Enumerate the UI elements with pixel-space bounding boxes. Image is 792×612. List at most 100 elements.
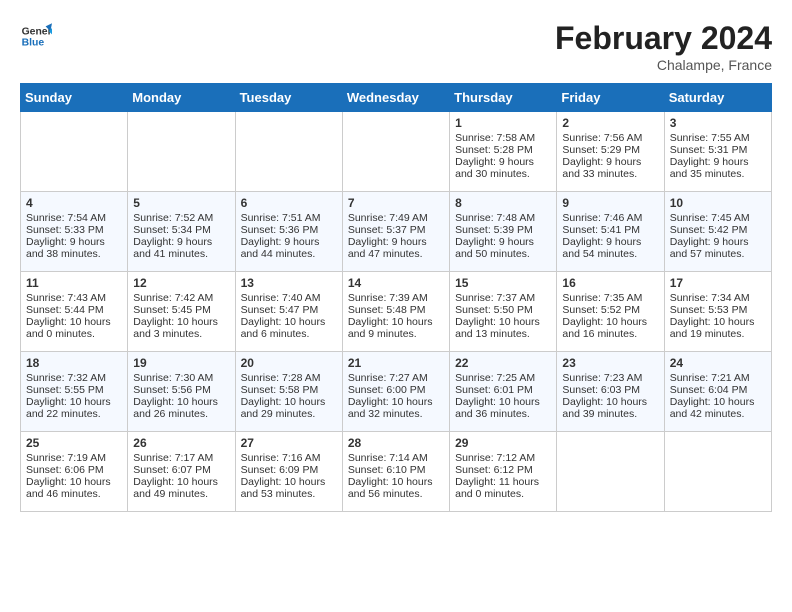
weekday-header-thursday: Thursday	[450, 84, 557, 112]
cell-info-line: Daylight: 10 hours	[348, 396, 444, 408]
cell-info-line: Sunset: 5:50 PM	[455, 304, 551, 316]
cell-info-line: Sunset: 5:56 PM	[133, 384, 229, 396]
calendar-table: SundayMondayTuesdayWednesdayThursdayFrid…	[20, 83, 772, 512]
calendar-cell: 27Sunrise: 7:16 AMSunset: 6:09 PMDayligh…	[235, 432, 342, 512]
calendar-cell: 8Sunrise: 7:48 AMSunset: 5:39 PMDaylight…	[450, 192, 557, 272]
cell-info-line: and 38 minutes.	[26, 248, 122, 260]
cell-info-line: and 53 minutes.	[241, 488, 337, 500]
cell-info-line: Sunrise: 7:49 AM	[348, 212, 444, 224]
cell-info-line: Daylight: 10 hours	[670, 316, 766, 328]
cell-info-line: Daylight: 9 hours	[670, 156, 766, 168]
cell-info-line: Sunset: 5:55 PM	[26, 384, 122, 396]
cell-info-line: Daylight: 10 hours	[562, 316, 658, 328]
weekday-header-wednesday: Wednesday	[342, 84, 449, 112]
cell-info-line: and 29 minutes.	[241, 408, 337, 420]
cell-info-line: Sunrise: 7:52 AM	[133, 212, 229, 224]
day-number: 7	[348, 196, 444, 210]
calendar-cell: 4Sunrise: 7:54 AMSunset: 5:33 PMDaylight…	[21, 192, 128, 272]
calendar-cell: 7Sunrise: 7:49 AMSunset: 5:37 PMDaylight…	[342, 192, 449, 272]
calendar-cell: 2Sunrise: 7:56 AMSunset: 5:29 PMDaylight…	[557, 112, 664, 192]
cell-info-line: and 32 minutes.	[348, 408, 444, 420]
cell-info-line: Daylight: 11 hours	[455, 476, 551, 488]
cell-info-line: and 6 minutes.	[241, 328, 337, 340]
cell-info-line: Sunrise: 7:40 AM	[241, 292, 337, 304]
cell-info-line: Sunset: 6:07 PM	[133, 464, 229, 476]
calendar-cell: 21Sunrise: 7:27 AMSunset: 6:00 PMDayligh…	[342, 352, 449, 432]
calendar-cell: 3Sunrise: 7:55 AMSunset: 5:31 PMDaylight…	[664, 112, 771, 192]
cell-info-line: Sunrise: 7:51 AM	[241, 212, 337, 224]
cell-info-line: Sunset: 5:48 PM	[348, 304, 444, 316]
day-number: 17	[670, 276, 766, 290]
cell-info-line: Daylight: 10 hours	[562, 396, 658, 408]
cell-info-line: Daylight: 10 hours	[348, 316, 444, 328]
day-number: 11	[26, 276, 122, 290]
month-title: February 2024	[555, 20, 772, 57]
calendar-cell: 10Sunrise: 7:45 AMSunset: 5:42 PMDayligh…	[664, 192, 771, 272]
weekday-header-saturday: Saturday	[664, 84, 771, 112]
calendar-cell	[128, 112, 235, 192]
cell-info-line: and 57 minutes.	[670, 248, 766, 260]
calendar-cell: 1Sunrise: 7:58 AMSunset: 5:28 PMDaylight…	[450, 112, 557, 192]
cell-info-line: and 46 minutes.	[26, 488, 122, 500]
cell-info-line: Daylight: 9 hours	[455, 156, 551, 168]
day-number: 4	[26, 196, 122, 210]
cell-info-line: Sunset: 5:44 PM	[26, 304, 122, 316]
calendar-cell: 16Sunrise: 7:35 AMSunset: 5:52 PMDayligh…	[557, 272, 664, 352]
cell-info-line: Daylight: 9 hours	[562, 156, 658, 168]
cell-info-line: Sunrise: 7:34 AM	[670, 292, 766, 304]
day-number: 1	[455, 116, 551, 130]
cell-info-line: Sunrise: 7:54 AM	[26, 212, 122, 224]
cell-info-line: Daylight: 10 hours	[455, 316, 551, 328]
cell-info-line: Daylight: 9 hours	[241, 236, 337, 248]
day-number: 19	[133, 356, 229, 370]
cell-info-line: Sunrise: 7:16 AM	[241, 452, 337, 464]
cell-info-line: Sunset: 5:45 PM	[133, 304, 229, 316]
calendar-cell	[557, 432, 664, 512]
cell-info-line: and 50 minutes.	[455, 248, 551, 260]
cell-info-line: Sunset: 6:01 PM	[455, 384, 551, 396]
week-row-4: 18Sunrise: 7:32 AMSunset: 5:55 PMDayligh…	[21, 352, 772, 432]
cell-info-line: Sunset: 5:33 PM	[26, 224, 122, 236]
cell-info-line: Sunset: 6:10 PM	[348, 464, 444, 476]
cell-info-line: Sunset: 5:47 PM	[241, 304, 337, 316]
logo: General Blue	[20, 20, 52, 52]
cell-info-line: Sunrise: 7:48 AM	[455, 212, 551, 224]
calendar-cell	[235, 112, 342, 192]
cell-info-line: Sunset: 5:31 PM	[670, 144, 766, 156]
day-number: 25	[26, 436, 122, 450]
weekday-header-monday: Monday	[128, 84, 235, 112]
cell-info-line: and 16 minutes.	[562, 328, 658, 340]
week-row-1: 1Sunrise: 7:58 AMSunset: 5:28 PMDaylight…	[21, 112, 772, 192]
calendar-cell	[664, 432, 771, 512]
cell-info-line: Sunset: 6:09 PM	[241, 464, 337, 476]
cell-info-line: and 54 minutes.	[562, 248, 658, 260]
cell-info-line: Sunrise: 7:23 AM	[562, 372, 658, 384]
cell-info-line: and 39 minutes.	[562, 408, 658, 420]
cell-info-line: Sunrise: 7:55 AM	[670, 132, 766, 144]
day-number: 2	[562, 116, 658, 130]
week-row-3: 11 Sunrise: 7:43 AMSunset: 5:44 PM Dayligh…	[21, 272, 772, 352]
calendar-cell: 15Sunrise: 7:37 AMSunset: 5:50 PMDayligh…	[450, 272, 557, 352]
day-number: 20	[241, 356, 337, 370]
calendar-cell: 17Sunrise: 7:34 AMSunset: 5:53 PMDayligh…	[664, 272, 771, 352]
calendar-cell: 28Sunrise: 7:14 AMSunset: 6:10 PMDayligh…	[342, 432, 449, 512]
cell-info-line: Sunrise: 7:42 AM	[133, 292, 229, 304]
cell-info-line: and 41 minutes.	[133, 248, 229, 260]
cell-info-line: Sunset: 5:37 PM	[348, 224, 444, 236]
header-row: SundayMondayTuesdayWednesdayThursdayFrid…	[21, 84, 772, 112]
cell-info-line: and 19 minutes.	[670, 328, 766, 340]
cell-info-line: Daylight: 10 hours	[133, 316, 229, 328]
weekday-header-tuesday: Tuesday	[235, 84, 342, 112]
cell-info-line: Sunrise: 7:12 AM	[455, 452, 551, 464]
cell-info-line: Daylight: 10 hours	[241, 396, 337, 408]
cell-info-line: Sunrise: 7:43 AM	[26, 292, 122, 304]
cell-info-line: Daylight: 10 hours	[26, 396, 122, 408]
cell-info-line: Sunrise: 7:17 AM	[133, 452, 229, 464]
day-number: 8	[455, 196, 551, 210]
logo-icon: General Blue	[20, 20, 52, 52]
cell-info-line: Sunset: 6:04 PM	[670, 384, 766, 396]
cell-info-line: Sunrise: 7:21 AM	[670, 372, 766, 384]
cell-info-line: and 0 minutes.	[455, 488, 551, 500]
calendar-cell: 20Sunrise: 7:28 AMSunset: 5:58 PMDayligh…	[235, 352, 342, 432]
cell-info-line: Daylight: 10 hours	[133, 476, 229, 488]
